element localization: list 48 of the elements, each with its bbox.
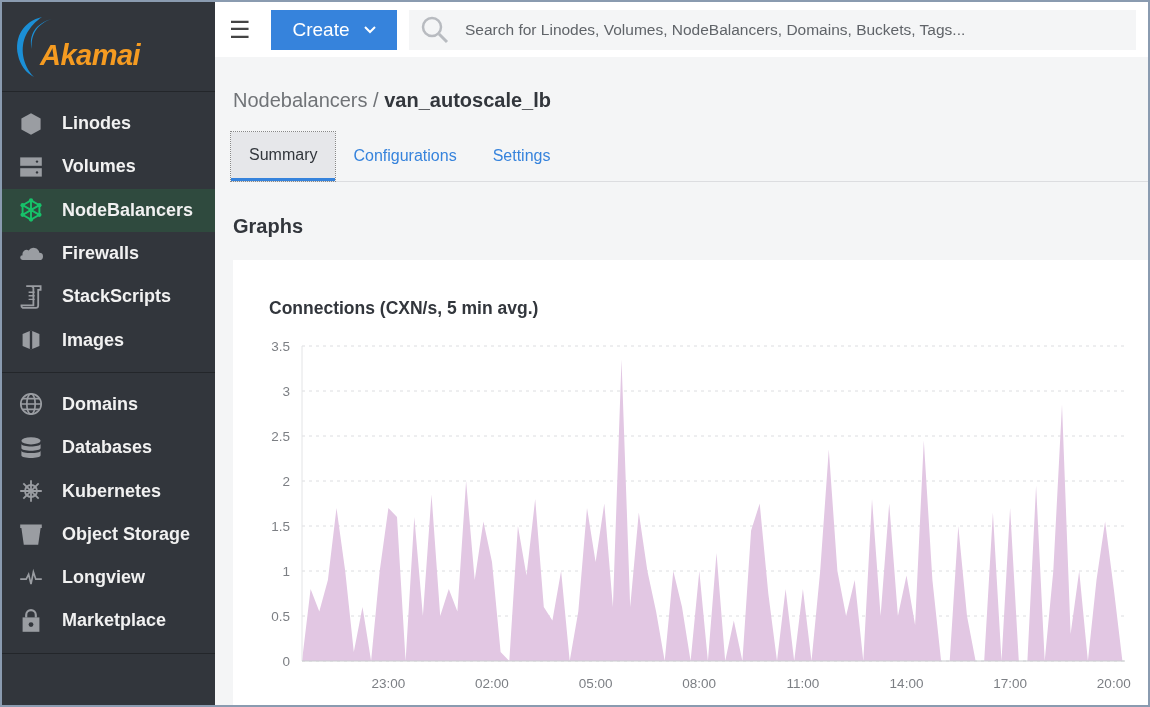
scroll-icon: [19, 284, 43, 309]
tab[interactable]: Configurations: [335, 132, 475, 181]
x-axis-label: 23:00: [371, 676, 406, 691]
caret-icon: [363, 25, 376, 34]
logo-text: Akamai: [40, 39, 141, 72]
sidebar-item[interactable]: StackScripts: [2, 275, 215, 319]
sidebar-item[interactable]: NodeBalancers: [2, 188, 215, 232]
hexagon-icon: [19, 111, 43, 136]
chart-title: Connections (CXN/s, 5 min avg.): [269, 298, 540, 319]
database-icon: [19, 435, 43, 460]
menu-button[interactable]: ☰: [229, 17, 259, 42]
sidebar-item[interactable]: Images: [2, 318, 215, 362]
sidebar-item[interactable]: Marketplace: [2, 599, 215, 643]
x-axis-label: 11:00: [786, 676, 820, 691]
search-icon: [421, 15, 449, 44]
x-axis-label: 05:00: [578, 676, 613, 691]
y-axis-label: 3: [282, 384, 290, 399]
sidebar-item[interactable]: Kubernetes: [2, 469, 215, 513]
sidebar-item[interactable]: Object Storage: [2, 512, 215, 556]
create-button[interactable]: Create: [271, 9, 397, 50]
globe-icon: [19, 392, 43, 417]
x-axis-label: 14:00: [889, 676, 924, 691]
y-axis-label: 2.5: [271, 429, 290, 444]
y-axis-label: 1.5: [271, 519, 290, 534]
x-axis-label: 08:00: [682, 676, 717, 691]
y-axis-label: 2: [282, 474, 290, 489]
tab[interactable]: Summary: [231, 132, 336, 181]
y-axis-label: 3.5: [271, 339, 290, 354]
sidebar-item[interactable]: Firewalls: [2, 231, 215, 276]
search-field[interactable]: Search for Linodes, Volumes, NodeBalancers, Domains, Buckets, Tags...: [409, 9, 1136, 50]
x-axis-label: 17:00: [993, 676, 1028, 691]
x-axis-label: 20:00: [1096, 676, 1131, 691]
y-axis-label: 0: [282, 654, 290, 669]
sidebar-item[interactable]: Domains: [2, 382, 215, 427]
breadcrumb: Nodebalancers / van_autoscale_lb: [232, 88, 552, 112]
sidebar-item[interactable]: Databases: [2, 426, 215, 470]
x-axis-label: 02:00: [475, 676, 509, 691]
helm-icon: [19, 479, 43, 503]
section-title: Graphs: [232, 214, 305, 238]
network-icon: [19, 198, 43, 223]
y-axis-label: 0.5: [271, 609, 290, 624]
drives-icon: [19, 154, 43, 179]
sidebar-item[interactable]: Linodes: [2, 102, 215, 146]
y-axis-label: 1: [282, 564, 290, 579]
sidebar-item[interactable]: Volumes: [2, 145, 215, 189]
bucket-icon: [19, 522, 43, 547]
sidebar-item[interactable]: Longview: [2, 555, 215, 600]
tab[interactable]: Settings: [474, 132, 569, 181]
